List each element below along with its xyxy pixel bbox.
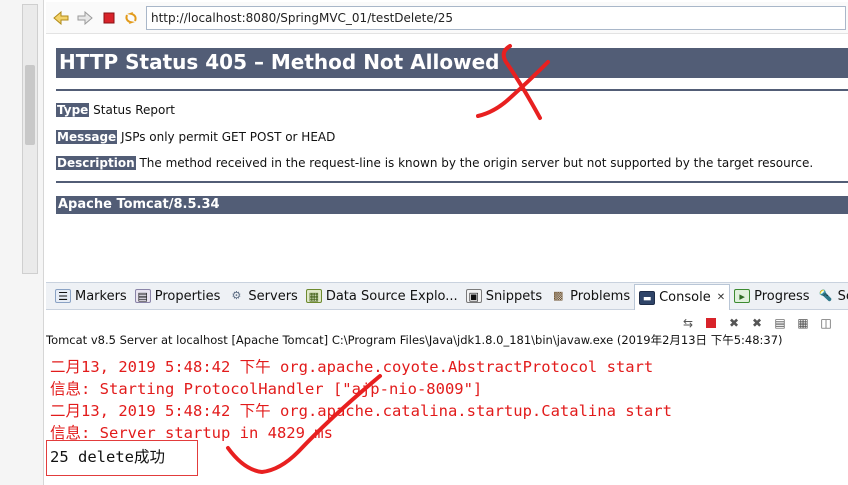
scrollbar-thumb[interactable]: [25, 65, 35, 145]
clear-console-icon[interactable]: ▤: [772, 315, 788, 331]
search-icon: 🔦: [818, 289, 833, 302]
console-line: 信息: Starting ProtocolHandler ["ajp-nio-8…: [50, 380, 483, 398]
tab-problems[interactable]: ▩ Problems: [546, 284, 634, 308]
terminate-icon[interactable]: [703, 315, 719, 331]
console-icon: ▬: [639, 290, 656, 305]
snippets-icon: ▣: [465, 289, 482, 303]
eclipse-window: http://localhost:8080/SpringMVC_01/testD…: [0, 0, 848, 485]
tab-label: Data Source Explo...: [325, 288, 458, 304]
tab-data-source[interactable]: ▦ Data Source Explo...: [302, 284, 462, 308]
remove-launch-icon[interactable]: ✖: [726, 315, 742, 331]
scroll-lock-icon[interactable]: ▦: [795, 315, 811, 331]
server-footer: Apache Tomcat/8.5.34: [56, 196, 848, 214]
back-icon[interactable]: [52, 9, 70, 27]
page-title: HTTP Status 405 – Method Not Allowed: [56, 48, 848, 78]
result-line: 25 delete成功: [50, 448, 165, 466]
console-output[interactable]: 二月13, 2019 5:48:42 下午 org.apache.coyote.…: [46, 349, 848, 485]
message-label: Message: [56, 130, 118, 144]
editor-gutter: [0, 0, 44, 485]
type-value: Status Report: [93, 103, 175, 117]
tab-console[interactable]: ▬ Console ✕: [634, 284, 731, 310]
remove-all-icon[interactable]: ✖: [749, 315, 765, 331]
console-line: 二月13, 2019 5:48:42 下午 org.apache.catalin…: [50, 402, 672, 420]
tab-label: Properties: [154, 288, 221, 304]
message-value: JSPs only permit GET POST or HEAD: [121, 130, 336, 144]
console-line: 二月13, 2019 5:48:42 下午 org.apache.coyote.…: [50, 358, 654, 376]
tab-progress[interactable]: ▸ Progress: [730, 284, 813, 308]
description-value: The method received in the request-line …: [139, 156, 814, 170]
tab-label: Search: [837, 288, 848, 304]
data-source-icon: ▦: [305, 289, 322, 303]
close-icon[interactable]: ✕: [717, 292, 725, 303]
properties-icon: ▤: [134, 289, 151, 303]
forward-icon[interactable]: [76, 9, 94, 27]
type-label: Type: [56, 103, 90, 117]
servers-icon: ⚙: [231, 289, 242, 302]
tab-markers[interactable]: ☰ Markers: [51, 284, 131, 308]
view-tab-bar: ☰ Markers ▤ Properties ⚙ Servers ▦ Data …: [46, 282, 848, 310]
tab-search[interactable]: 🔦 Search: [814, 284, 848, 308]
left-scrollbar[interactable]: [22, 4, 38, 274]
url-input[interactable]: http://localhost:8080/SpringMVC_01/testD…: [146, 6, 846, 30]
divider: [56, 89, 848, 91]
description-row: Description The method received in the r…: [56, 156, 813, 170]
link-icon[interactable]: ⇆: [680, 315, 696, 331]
tab-label: Progress: [754, 288, 810, 304]
tab-properties[interactable]: ▤ Properties: [131, 284, 225, 308]
browser-toolbar: http://localhost:8080/SpringMVC_01/testD…: [46, 2, 848, 34]
tab-label: Problems: [570, 288, 631, 304]
refresh-icon[interactable]: [122, 9, 140, 27]
progress-icon: ▸: [734, 289, 751, 303]
stop-icon[interactable]: [100, 9, 118, 27]
tab-label: Console: [659, 290, 711, 305]
pin-console-icon[interactable]: ◫: [818, 315, 834, 331]
type-row: Type Status Report: [56, 103, 175, 117]
tab-servers[interactable]: ⚙ Servers: [224, 284, 301, 308]
problems-icon: ▩: [552, 289, 564, 302]
tab-snippets[interactable]: ▣ Snippets: [462, 284, 546, 308]
console-header: Tomcat v8.5 Server at localhost [Apache …: [46, 333, 783, 347]
tab-label: Snippets: [485, 288, 543, 304]
markers-icon: ☰: [55, 289, 71, 303]
tab-label: Markers: [75, 288, 127, 304]
divider: [56, 181, 848, 183]
description-label: Description: [56, 156, 136, 170]
console-toolbar: ⇆ ✖ ✖ ▤ ▦ ◫: [680, 312, 848, 334]
tab-label: Servers: [248, 288, 298, 304]
message-row: Message JSPs only permit GET POST or HEA…: [56, 130, 335, 144]
error-page: HTTP Status 405 – Method Not Allowed Typ…: [46, 36, 848, 278]
